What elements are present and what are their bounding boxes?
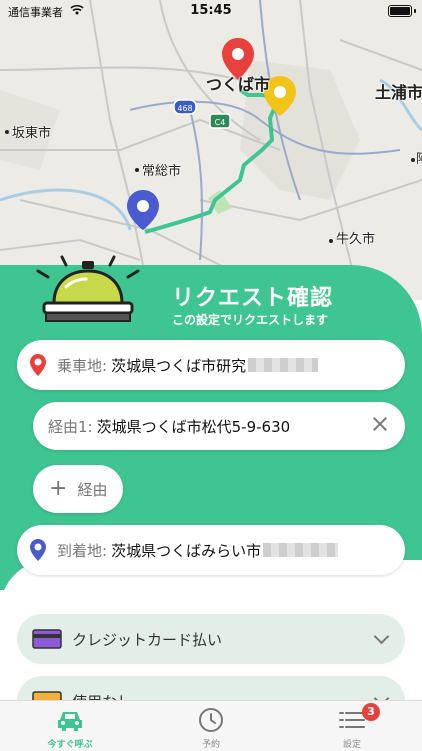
status-bar: 通信事業者 15:45 bbox=[0, 0, 422, 24]
map-dot bbox=[329, 239, 333, 243]
waypoint-label: 経由1: bbox=[48, 417, 93, 436]
map-label-tsukuba: つくば市 bbox=[206, 75, 271, 94]
redacted-text bbox=[263, 543, 339, 557]
map-label-edge: 阿 bbox=[416, 148, 422, 167]
waypoint-address: 茨城県つくば市松代5-9-630 bbox=[96, 417, 291, 436]
map-dot bbox=[5, 130, 9, 134]
add-waypoint-label: 経由 bbox=[77, 480, 108, 499]
remove-waypoint-icon[interactable] bbox=[369, 413, 391, 435]
pickup-field[interactable]: 乗車地: 茨城県つくば市研究 bbox=[17, 340, 405, 390]
map-label-joso: 常総市 bbox=[142, 164, 182, 179]
service-bell-icon bbox=[36, 255, 140, 322]
route-c4-shield: C4 bbox=[209, 113, 231, 129]
map-label-ushiku: 牛久市 bbox=[336, 232, 376, 247]
plus-icon: + bbox=[49, 476, 68, 501]
tab-label: 予約 bbox=[201, 740, 220, 750]
notification-badge: 3 bbox=[362, 703, 380, 721]
svg-text:C4: C4 bbox=[215, 118, 226, 127]
pickup-pin-icon bbox=[30, 354, 46, 376]
battery-icon bbox=[388, 5, 412, 17]
dropoff-pin-icon bbox=[30, 539, 46, 561]
tab-settings[interactable]: 設定 bbox=[282, 701, 422, 751]
pickup-label: 乗車地: bbox=[57, 356, 108, 375]
tab-label: 今すぐ呼ぶ bbox=[47, 740, 93, 750]
credit-card-icon bbox=[32, 629, 62, 649]
tab-label: 設定 bbox=[342, 740, 361, 750]
pickup-address: 茨城県つくば市研究 bbox=[111, 356, 247, 375]
map-label-tsuchiura: 土浦市 bbox=[375, 83, 422, 102]
add-waypoint-button[interactable]: + 経由 bbox=[33, 465, 123, 513]
map-label-bando: 坂東市 bbox=[12, 126, 52, 141]
payment-method-label: クレジットカード払い bbox=[72, 630, 223, 649]
tab-bar: 今すぐ呼ぶ 予約 設定 bbox=[0, 700, 422, 751]
request-subtitle: この設定でリクエストします bbox=[172, 313, 329, 327]
dropoff-field[interactable]: 到着地: 茨城県つくばみらい市 bbox=[17, 525, 405, 575]
redacted-text bbox=[248, 358, 319, 372]
car-icon bbox=[58, 712, 82, 731]
chevron-down-icon bbox=[373, 628, 390, 645]
tab-reservation[interactable]: 予約 bbox=[141, 701, 281, 751]
battery-nub bbox=[414, 9, 416, 13]
dropoff-address: 茨城県つくばみらい市 bbox=[111, 541, 262, 560]
route-468-shield: 468 bbox=[173, 99, 197, 115]
payment-method-select[interactable]: クレジットカード払い bbox=[17, 614, 405, 664]
map-dot bbox=[135, 168, 139, 172]
tab-call-now[interactable]: 今すぐ呼ぶ bbox=[0, 701, 140, 751]
dropoff-label: 到着地: bbox=[57, 541, 108, 560]
svg-text:468: 468 bbox=[177, 104, 192, 113]
clock-icon bbox=[199, 708, 223, 732]
request-title: リクエスト確認 bbox=[172, 286, 334, 311]
waypoint-field[interactable]: 経由1: 茨城県つくば市松代5-9-630 bbox=[33, 402, 405, 450]
clock: 15:45 bbox=[190, 3, 232, 18]
map-dot bbox=[411, 158, 415, 162]
